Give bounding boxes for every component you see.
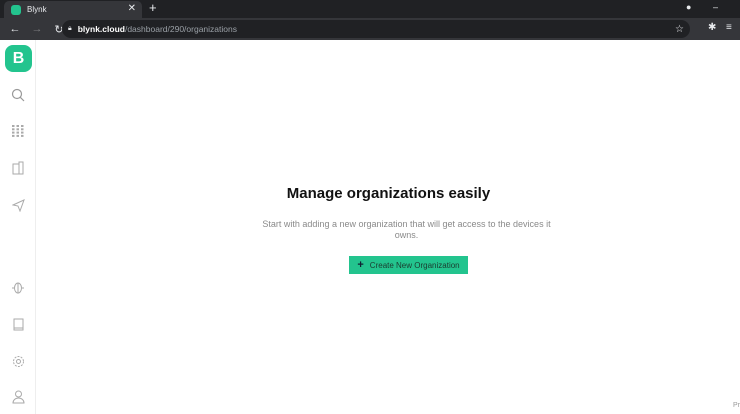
messages-send-icon[interactable] [9, 196, 27, 214]
tab-title: Blynk [27, 5, 47, 14]
organizations-building-icon[interactable] [9, 159, 27, 177]
url-path: /dashboard/290/organizations [124, 24, 237, 34]
address-bar: ← → ↻ 🔒︎ blynk.cloud/dashboard/290/organ… [0, 18, 740, 40]
create-organization-button[interactable]: + Create New Organization [349, 256, 468, 274]
forward-icon[interactable]: → [30, 23, 44, 35]
url-host: blynk.cloud [77, 24, 125, 34]
profile-user-icon[interactable] [9, 388, 27, 406]
reading-list-icon[interactable]: ≡ [726, 22, 732, 33]
browser-tab-bar: Blynk ✕ + ● – [0, 0, 740, 18]
devices-grid-icon[interactable] [9, 122, 27, 140]
bug-icon[interactable] [9, 278, 27, 296]
empty-state-description: Start with adding a new organization tha… [262, 219, 551, 240]
new-tab-icon[interactable]: + [149, 0, 157, 15]
minimize-icon[interactable]: – [713, 2, 718, 12]
create-organization-label: Create New Organization [369, 260, 460, 270]
lock-icon: 🔒︎ [68, 25, 72, 32]
url-input[interactable]: 🔒︎ blynk.cloud/dashboard/290/organizatio… [62, 20, 690, 38]
back-icon[interactable]: ← [8, 23, 22, 35]
browser-tab[interactable]: Blynk ✕ [4, 1, 142, 18]
close-tab-icon[interactable]: ✕ [128, 3, 136, 14]
sidebar: B [0, 40, 36, 414]
profile-icon[interactable]: ● [686, 2, 691, 12]
blynk-favicon-icon [11, 4, 21, 15]
documentation-book-icon[interactable] [9, 315, 27, 333]
search-icon[interactable] [9, 86, 27, 104]
organizations-empty-state: Manage organizations easily Start with a… [37, 40, 740, 414]
page-title: Manage organizations easily [286, 185, 491, 202]
settings-gear-icon[interactable] [9, 352, 27, 370]
clipped-footer-text: Pr [733, 402, 740, 409]
bookmark-star-icon[interactable]: ☆ [675, 24, 684, 35]
plus-icon: + [357, 259, 364, 271]
blynk-logo[interactable]: B [5, 45, 32, 72]
extensions-icon[interactable]: ✱ [708, 22, 716, 33]
